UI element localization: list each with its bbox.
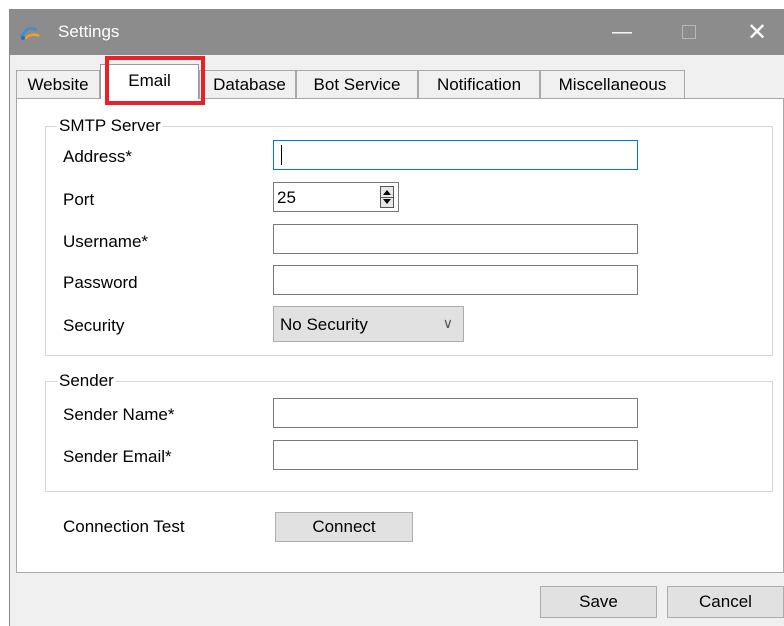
tab-database[interactable]: Database (199, 70, 296, 98)
sender-email-input[interactable] (273, 440, 638, 470)
security-value: No Security (280, 315, 368, 334)
minimize-button[interactable]: — (599, 9, 645, 55)
app-icon (20, 27, 40, 40)
address-input[interactable] (273, 140, 638, 170)
cancel-button[interactable]: Cancel (667, 586, 784, 618)
sender-email-label: Sender Email* (63, 447, 172, 466)
sender-name-label: Sender Name* (63, 405, 175, 424)
tab-miscellaneous[interactable]: Miscellaneous (540, 70, 685, 98)
close-icon: ✕ (746, 18, 768, 46)
email-tab-panel: SMTP Server Address* Port 25 Username* P… (16, 98, 784, 573)
close-button[interactable]: ✕ (734, 9, 780, 55)
username-input[interactable] (273, 224, 638, 254)
save-button[interactable]: Save (540, 586, 657, 618)
spin-divider (381, 197, 393, 198)
window-title: Settings (58, 22, 120, 41)
security-dropdown[interactable]: No Security ∨ (273, 306, 464, 342)
tab-email[interactable]: Email (100, 64, 199, 99)
spin-up-icon[interactable] (383, 190, 391, 195)
sender-name-input[interactable] (273, 398, 638, 428)
port-stepper[interactable]: 25 (273, 182, 399, 212)
connect-button[interactable]: Connect (275, 512, 413, 542)
chevron-down-icon: ∨ (442, 315, 453, 331)
port-value: 25 (277, 188, 296, 207)
tab-website[interactable]: Website (16, 70, 100, 98)
smtp-server-legend: SMTP Server (59, 116, 161, 135)
sender-legend: Sender (59, 371, 114, 390)
security-label: Security (63, 316, 125, 335)
tab-notification[interactable]: Notification (418, 70, 540, 98)
spin-down-icon[interactable] (383, 199, 391, 204)
title-bar[interactable]: Settings — ✕ (10, 9, 784, 55)
username-label: Username* (63, 232, 149, 251)
sender-group: Sender (45, 371, 773, 492)
connection-test-label: Connection Test (63, 517, 185, 536)
port-spin-buttons[interactable] (380, 186, 394, 208)
address-label: Address* (63, 147, 132, 166)
minimize-icon: — (612, 20, 632, 43)
port-label: Port (63, 190, 95, 209)
password-label: Password (63, 273, 138, 292)
text-cursor (281, 145, 282, 165)
password-input[interactable] (273, 265, 638, 295)
maximize-button[interactable] (666, 9, 712, 55)
maximize-icon (682, 25, 696, 39)
tab-bot-service[interactable]: Bot Service (296, 70, 418, 98)
